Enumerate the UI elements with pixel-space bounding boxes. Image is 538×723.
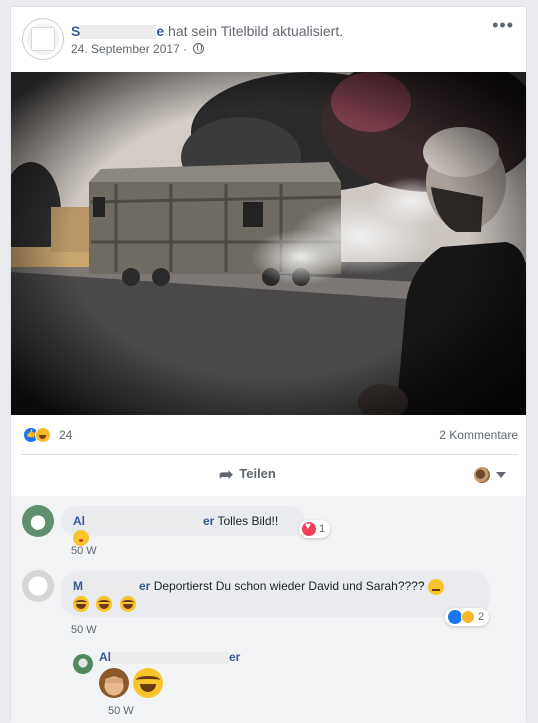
cover-photo[interactable] (11, 72, 526, 415)
comment-count-link[interactable]: 2 Kommentare (439, 428, 518, 442)
like-icon (448, 610, 462, 624)
author-name-end: e (156, 23, 165, 39)
reply-author-end: er (229, 650, 241, 664)
comment-reaction-summary[interactable]: 2 (445, 608, 490, 626)
post-date[interactable]: 24. September 2017 (71, 42, 180, 56)
love-icon (302, 521, 316, 536)
chevron-down-icon (496, 472, 506, 478)
reply-timestamp[interactable]: 50 W (108, 705, 134, 717)
comment-bubble: Mer Deportierst Du schon wieder David un… (61, 571, 490, 617)
reply-author-redacted (111, 651, 229, 664)
reaction-count[interactable]: 24 (59, 428, 72, 442)
post-card: Se hat sein Titelbild aktualisiert. 24. … (10, 6, 527, 723)
date-separator: · (183, 42, 188, 56)
more-options-button[interactable]: ••• (492, 15, 514, 36)
comment-timestamp[interactable]: 50 W (71, 545, 97, 557)
share-icon: ➦ (219, 465, 234, 484)
reply-author[interactable]: Al er (99, 650, 240, 664)
comment-text: Deportierst Du schon wieder David und Sa… (153, 579, 425, 593)
author-name[interactable]: Se (71, 23, 165, 40)
share-button[interactable]: ➦ Teilen (219, 465, 276, 485)
post-actions-bar: ➦ Teilen (21, 457, 518, 493)
thinking-emoji-icon (427, 578, 444, 595)
comment-author-end: er (139, 579, 151, 593)
comment-text: Tolles Bild!! (217, 514, 279, 528)
comment-author-start: M (73, 579, 83, 593)
comment-avatar[interactable] (22, 570, 54, 602)
comment-avatar[interactable] (22, 505, 54, 537)
comment-author-redacted (85, 515, 203, 528)
viewer-selector[interactable] (474, 467, 506, 483)
stats-divider (21, 454, 518, 455)
joy-emoji-icon (73, 595, 89, 612)
post-meta: 24. September 2017 · (71, 42, 205, 56)
joy-emoji-icon (96, 595, 113, 612)
reply-author-start: Al (99, 650, 111, 664)
post-stats: 24 2 Kommentare (21, 425, 518, 445)
comment-reaction-count: 1 (319, 523, 326, 535)
comment-author[interactable]: Al er (73, 514, 214, 528)
globe-icon[interactable] (193, 43, 205, 54)
author-avatar[interactable] (23, 19, 63, 59)
reply-avatar[interactable] (73, 654, 93, 674)
comment-author[interactable]: Mer (73, 579, 150, 593)
viewer-avatar (474, 467, 490, 483)
comment-reaction-count: 2 (478, 611, 485, 623)
author-name-start: S (71, 23, 81, 39)
comment-bubble: Al er Tolles Bild!! (61, 506, 305, 546)
haha-reaction-icon[interactable] (35, 427, 51, 443)
post-action-text: hat sein Titelbild aktualisiert. (168, 23, 344, 39)
see-no-evil-monkey-emoji-icon (99, 668, 129, 698)
kiss-emoji-icon (73, 529, 89, 546)
comment-author-end: er (203, 514, 215, 528)
comment-reaction-summary[interactable]: 1 (299, 520, 331, 538)
haha-icon (461, 610, 475, 624)
comment-author-redacted (83, 580, 139, 593)
post-header-line: Se hat sein Titelbild aktualisiert. (71, 23, 344, 40)
joy-emoji-icon (133, 668, 163, 698)
cover-photo-image (11, 72, 526, 415)
author-name-redacted (80, 25, 157, 40)
share-label: Teilen (239, 466, 276, 481)
joy-emoji-icon (119, 595, 136, 612)
comment-author-start: Al (73, 514, 85, 528)
comments-section: Al er Tolles Bild!! 1 50 W Mer Deportiers… (11, 496, 526, 723)
comment-timestamp[interactable]: 50 W (71, 624, 97, 636)
